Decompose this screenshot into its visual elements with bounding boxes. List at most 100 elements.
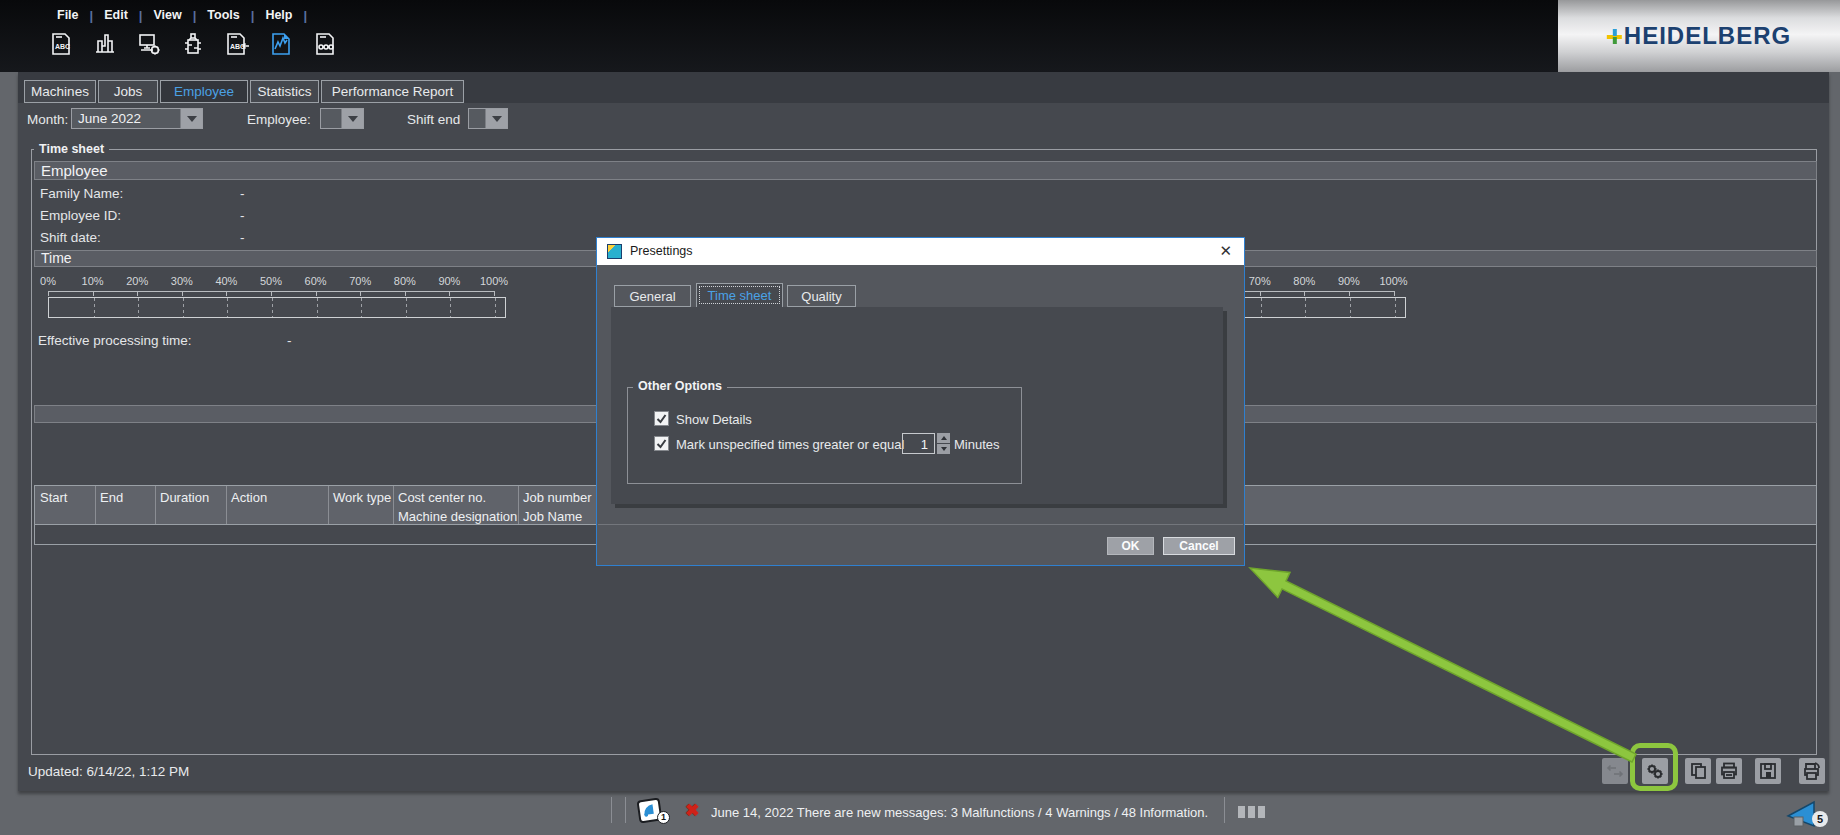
document-abc-import-icon[interactable]: ABC — [224, 31, 250, 57]
minutes-input[interactable]: 1 — [902, 433, 935, 454]
chevron-down-icon — [187, 116, 197, 122]
employee-label: Employee: — [247, 112, 311, 127]
print-button[interactable] — [1716, 758, 1742, 784]
document-abc-icon[interactable]: ABC — [48, 31, 74, 57]
triangle-up-icon — [941, 436, 947, 440]
heidelberg-spark-icon — [1607, 29, 1622, 44]
scale-tick-label: 80% — [1293, 275, 1315, 287]
column-header[interactable]: End — [100, 490, 123, 505]
employee-section-header: Employee — [34, 161, 1817, 180]
dialog-tab-time-sheet[interactable]: Time sheet — [696, 283, 783, 307]
shift-date-label: Shift date: — [40, 230, 101, 245]
show-details-label: Show Details — [676, 412, 752, 427]
menu-tools[interactable]: Tools — [196, 8, 250, 22]
other-options-groupbox — [627, 387, 1022, 484]
scale-tick-label: 100% — [1379, 275, 1407, 287]
tab-statistics[interactable]: Statistics — [250, 80, 319, 103]
scale-tick-label: 50% — [260, 275, 282, 287]
presettings-dialog: Presettings ✕ GeneralTime sheetQuality O… — [596, 237, 1245, 566]
dialog-tab-general[interactable]: General — [614, 285, 691, 307]
scale-tick-label: 60% — [305, 275, 327, 287]
chevron-down-icon — [492, 116, 502, 122]
shift-date-value: - — [240, 230, 245, 245]
statusbar-message[interactable]: June 14, 2022 There are new messages: 3 … — [711, 805, 1208, 820]
top-toolbar: ABC ABC — [48, 31, 338, 57]
scale-tick-label: 70% — [1249, 275, 1271, 287]
month-label: Month: — [27, 112, 68, 127]
menu-help[interactable]: Help — [254, 8, 303, 22]
print-report-button[interactable] — [1799, 758, 1825, 784]
malfunction-x-icon: ✖ — [685, 800, 699, 821]
family-name-label: Family Name: — [40, 186, 123, 201]
minutes-spinner[interactable] — [937, 433, 950, 454]
column-header[interactable]: Start — [40, 490, 67, 505]
spinner-up-button[interactable] — [937, 433, 950, 443]
document-links-icon[interactable] — [312, 31, 338, 57]
statusbar-handle[interactable] — [1248, 806, 1255, 818]
application-window: File|Edit|View|Tools|Help| ABCABC HEIDEL… — [0, 0, 1840, 835]
copy-button[interactable] — [1685, 758, 1711, 784]
column-header-line2: Job Name — [523, 509, 582, 524]
shift-end-dropdown[interactable] — [468, 108, 508, 129]
statusbar-separator — [611, 797, 612, 823]
menu-view[interactable]: View — [142, 8, 192, 22]
svg-text:ABC: ABC — [55, 43, 70, 50]
time-sheet-legend: Time sheet — [34, 142, 109, 156]
chevron-down-icon — [348, 116, 358, 122]
computer-gear-icon[interactable] — [136, 31, 162, 57]
scale-tick-label: 80% — [394, 275, 416, 287]
dialog-tab-quality[interactable]: Quality — [787, 285, 856, 307]
dialog-title: Presettings — [630, 244, 693, 258]
mark-unspecified-checkbox[interactable] — [654, 436, 669, 451]
ok-button[interactable]: OK — [1107, 537, 1154, 555]
scale-tick-label: 70% — [349, 275, 371, 287]
tab-performance-report[interactable]: Performance Report — [321, 80, 464, 103]
tab-jobs[interactable]: Jobs — [98, 80, 158, 103]
minutes-label: Minutes — [954, 437, 1000, 452]
updated-status-text: Updated: 6/14/22, 1:12 PM — [28, 764, 189, 779]
scale-tick-label: 90% — [1338, 275, 1360, 287]
cancel-button[interactable]: Cancel — [1163, 537, 1235, 555]
menubar: File|Edit|View|Tools|Help| — [46, 6, 307, 24]
employee-dropdown[interactable] — [320, 108, 364, 129]
brand-logo-text: HEIDELBERG — [1624, 22, 1791, 50]
tab-machines[interactable]: Machines — [24, 80, 96, 103]
menu-file[interactable]: File — [46, 8, 90, 22]
column-header[interactable]: Job number — [523, 490, 592, 505]
column-header[interactable]: Action — [231, 490, 267, 505]
highlight-box — [1630, 743, 1678, 791]
dialog-titlebar[interactable]: Presettings ✕ — [597, 238, 1244, 265]
menu-separator: | — [303, 8, 307, 23]
columns-chart-icon[interactable] — [92, 31, 118, 57]
column-header[interactable]: Duration — [160, 490, 209, 505]
statusbar-handle[interactable] — [1238, 806, 1245, 818]
other-options-label: Other Options — [633, 379, 727, 393]
navigate-arrows-button[interactable] — [1602, 758, 1628, 784]
column-header[interactable]: Work type — [333, 490, 391, 505]
effective-time-label: Effective processing time: — [38, 333, 192, 348]
messages-badge: 1 — [657, 811, 670, 824]
megaphone-icon[interactable]: 5 — [1786, 800, 1830, 834]
month-dropdown-button[interactable] — [180, 109, 202, 128]
presettings-app-icon — [607, 244, 622, 259]
employee-id-value: - — [240, 208, 245, 223]
scale-tick-label: 10% — [82, 275, 104, 287]
column-header[interactable]: Cost center no. — [398, 490, 486, 505]
show-details-checkbox[interactable] — [654, 411, 669, 426]
statusbar-handle[interactable] — [1258, 806, 1265, 818]
tab-employee[interactable]: Employee — [160, 80, 248, 103]
scale-tick-label: 40% — [215, 275, 237, 287]
dialog-separator — [598, 524, 1243, 525]
employee-dropdown-button[interactable] — [341, 109, 363, 128]
month-dropdown[interactable]: June 2022 — [71, 108, 203, 129]
save-button[interactable] — [1755, 758, 1781, 784]
dialog-close-icon[interactable]: ✕ — [1219, 242, 1232, 260]
shift-end-dropdown-button[interactable] — [485, 109, 507, 128]
spinner-down-button[interactable] — [937, 444, 950, 454]
statusbar-separator — [625, 797, 626, 823]
time-bar-area — [48, 297, 506, 318]
document-chart-icon[interactable] — [268, 31, 294, 57]
menu-edit[interactable]: Edit — [93, 8, 139, 22]
press-unit-icon[interactable] — [180, 31, 206, 57]
employee-id-label: Employee ID: — [40, 208, 121, 223]
